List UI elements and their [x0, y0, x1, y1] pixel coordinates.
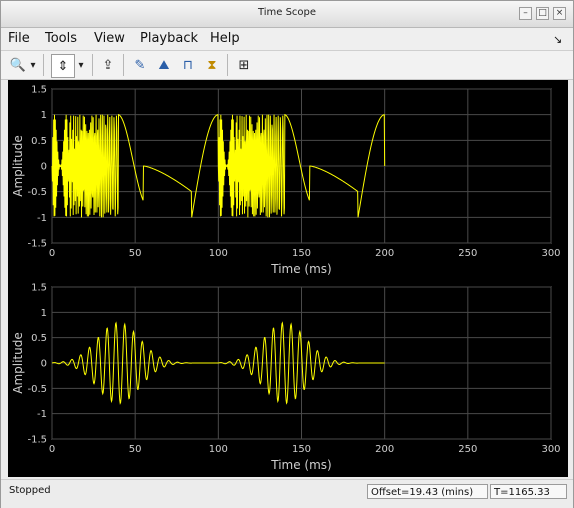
dock-icon[interactable]: ↘: [553, 33, 562, 46]
plot-2-ytick: 1: [41, 308, 47, 319]
scope-plots[interactable]: 0 50 100 150 200 250 3001.510.50-0.5-1-1.5Time…: [8, 80, 568, 477]
plot-1-ylabel: Amplitude: [11, 135, 25, 197]
menu-bar: File Tools View Playback Help ↘: [1, 28, 573, 51]
close-button[interactable]: ×: [553, 7, 566, 20]
title-bar[interactable]: Time Scope – □ ×: [1, 1, 573, 28]
plot-1-xtick: 150: [292, 248, 311, 259]
menu-file[interactable]: File: [8, 31, 30, 46]
status-text: Stopped: [9, 485, 51, 496]
plot-2-ytick: -1.5: [27, 435, 47, 446]
plot-2-ytick: 0.5: [31, 333, 47, 344]
menu-help[interactable]: Help: [210, 31, 240, 46]
plot-2-xtick: 100: [209, 444, 228, 455]
plot-1-xtick: 300: [541, 248, 560, 259]
time-field: T=1165.33: [490, 484, 567, 499]
scale-axes-icon[interactable]: ⇕: [51, 54, 75, 78]
plot-2-xtick: 300: [541, 444, 560, 455]
plot-1-xtick: 100: [209, 248, 228, 259]
plot-2-ytick: 1.5: [31, 283, 47, 294]
menu-playback[interactable]: Playback: [140, 31, 198, 46]
plot-1-ytick: -0.5: [27, 187, 47, 198]
plot-1-xtick: 50: [129, 248, 142, 259]
cursor-measurements-icon[interactable]: ⧗: [201, 54, 223, 76]
plot-1-ytick: 1.5: [31, 85, 47, 96]
plot-1-ytick: 0.5: [31, 136, 47, 147]
plot-1-xlabel: Time (ms): [270, 262, 332, 276]
layout-icon[interactable]: ⊞: [233, 54, 255, 76]
plot-1-xtick: 0: [49, 248, 55, 259]
plot-2-ylabel: Amplitude: [11, 332, 25, 394]
plot-2-xtick: 50: [129, 444, 142, 455]
plot-2-xtick: 250: [458, 444, 477, 455]
edit-signal-icon[interactable]: ✎: [129, 54, 151, 76]
peak-finder-icon[interactable]: ⛰: [153, 54, 175, 76]
bilevel-measurements-icon[interactable]: ⊓: [177, 54, 199, 76]
plot-1-ytick: 0: [41, 162, 47, 173]
scale-dropdown-icon[interactable]: ▾: [75, 54, 87, 76]
plot-2-xtick: 0: [49, 444, 55, 455]
menu-tools[interactable]: Tools: [45, 31, 77, 46]
window-title: Time Scope: [257, 7, 317, 18]
status-bar: Stopped Offset=19.43 (mins) T=1165.33: [1, 479, 573, 508]
plot-2-xtick: 150: [292, 444, 311, 455]
time-scope-window: Time Scope – □ × File Tools View Playbac…: [0, 0, 574, 508]
zoom-in-icon[interactable]: 🔍: [7, 54, 29, 76]
plot-2-xlabel: Time (ms): [270, 458, 332, 472]
plot-1-ytick: -1.5: [27, 239, 47, 250]
plot-2-ytick: -0.5: [27, 384, 47, 395]
plot-1-xtick: 250: [458, 248, 477, 259]
menu-view[interactable]: View: [94, 31, 125, 46]
plot-1-ytick: 1: [41, 110, 47, 121]
offset-field: Offset=19.43 (mins): [367, 484, 488, 499]
plot-2-xtick: 200: [375, 444, 394, 455]
plot-1-xtick: 200: [375, 248, 394, 259]
zoom-dropdown-icon[interactable]: ▾: [27, 54, 39, 76]
plot-1-ytick: -1: [37, 213, 47, 224]
toolbar: 🔍 ▾ ⇕ ▾ ⇪ ✎ ⛰ ⊓ ⧗ ⊞: [1, 51, 573, 80]
maximize-button[interactable]: □: [536, 7, 549, 20]
scope-display: 0 50 100 150 200 250 300 1.5 1 0.5 0 -0.5 -1 -1.5 Time…: [8, 80, 568, 477]
restore-settings-icon[interactable]: ⇪: [97, 54, 119, 76]
plot-2-ytick: -1: [37, 409, 47, 420]
minimize-button[interactable]: –: [519, 7, 532, 20]
plot-2-ytick: 0: [41, 359, 47, 370]
